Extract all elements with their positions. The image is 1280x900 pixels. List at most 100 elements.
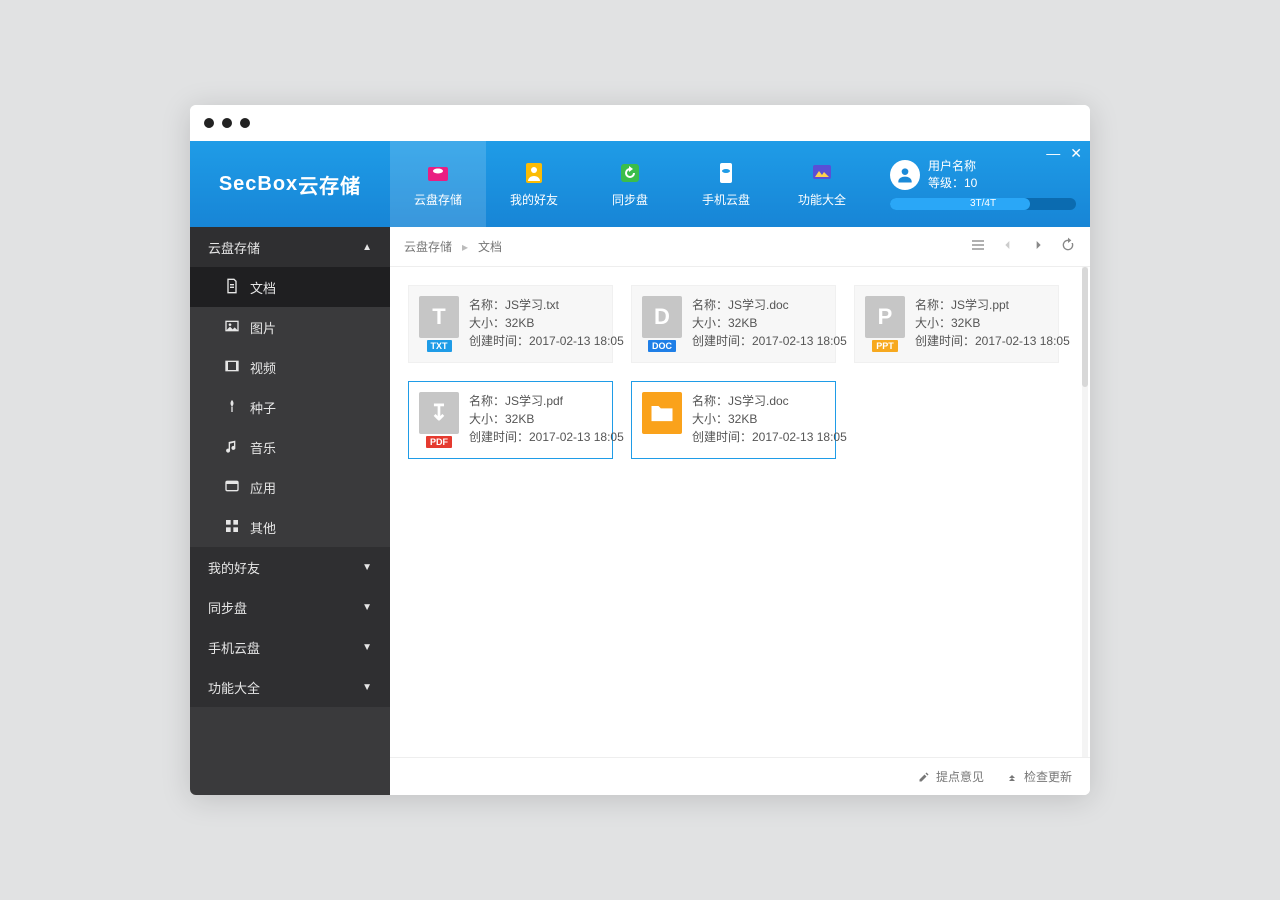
file-tag: DOC xyxy=(648,340,676,352)
file-created: 创建时间：2017-02-13 18:05 xyxy=(469,428,624,446)
folder-icon xyxy=(642,392,682,434)
brand-right: 云存储 xyxy=(298,170,361,199)
storage-fill xyxy=(890,198,1030,210)
chevron-up-icon xyxy=(1006,771,1018,783)
crumb-1[interactable]: 文档 xyxy=(478,238,502,255)
traffic-light-min[interactable] xyxy=(222,118,232,128)
nav-item-4[interactable]: 功能大全 xyxy=(774,141,870,227)
win-controls: — ✕ xyxy=(1046,145,1082,162)
storage-bar: 3T/4T xyxy=(890,198,1076,210)
file-created: 创建时间：2017-02-13 18:05 xyxy=(692,428,847,446)
caret-icon: ▼ xyxy=(362,642,372,653)
user-name: 用户名称 xyxy=(928,158,977,175)
file-tag: TXT xyxy=(427,340,452,352)
nav-back-icon[interactable] xyxy=(1000,237,1016,256)
header: SecBox云存储 云盘存储 我的好友 同步盘 手机云盘 功能大全 用户名称 等级：10… xyxy=(190,141,1090,227)
sidebar-item-music[interactable]: 音乐 xyxy=(190,427,390,467)
app-icon xyxy=(224,478,240,497)
sidebar-group-2[interactable]: 同步盘▼ xyxy=(190,587,390,627)
file-size: 大小：32KB xyxy=(692,314,847,332)
traffic-light-max[interactable] xyxy=(240,118,250,128)
sidebar-group-0[interactable]: 云盘存储▲ xyxy=(190,227,390,267)
titlebar xyxy=(190,105,1090,141)
caret-icon: ▲ xyxy=(362,242,372,253)
brand: SecBox云存储 xyxy=(190,141,390,227)
sidebar-item-document[interactable]: 文档 xyxy=(190,267,390,307)
file-card[interactable]: 名称：JS学习.doc大小：32KB创建时间：2017-02-13 18:05 xyxy=(631,381,836,459)
toolbar-icons xyxy=(970,237,1076,256)
nav-forward-icon[interactable] xyxy=(1030,237,1046,256)
footer: 提点意见 检查更新 xyxy=(390,757,1090,795)
nav-icon xyxy=(615,161,645,185)
file-created: 创建时间：2017-02-13 18:05 xyxy=(692,332,847,350)
file-size: 大小：32KB xyxy=(469,314,624,332)
file-card[interactable]: PPPT名称：JS学习.ppt大小：32KB创建时间：2017-02-13 18… xyxy=(854,285,1059,363)
document-icon xyxy=(224,278,240,297)
file-name: 名称：JS学习.ppt xyxy=(915,296,1070,314)
other-icon xyxy=(224,518,240,537)
file-icon: ↧ xyxy=(419,392,459,434)
user-level: 等级：10 xyxy=(928,175,977,192)
nav-item-2[interactable]: 同步盘 xyxy=(582,141,678,227)
sidebar-group-1[interactable]: 我的好友▼ xyxy=(190,547,390,587)
scrollbar[interactable] xyxy=(1082,267,1088,757)
body: 云盘存储▲文档图片视频种子音乐应用其他我的好友▼同步盘▼手机云盘▼功能大全▼ 云… xyxy=(190,227,1090,795)
nav-icon xyxy=(519,161,549,185)
sidebar-group-3[interactable]: 手机云盘▼ xyxy=(190,627,390,667)
file-name: 名称：JS学习.doc xyxy=(692,392,847,410)
file-name: 名称：JS学习.pdf xyxy=(469,392,624,410)
sidebar-group-4[interactable]: 功能大全▼ xyxy=(190,667,390,707)
file-size: 大小：32KB xyxy=(469,410,624,428)
nav-item-3[interactable]: 手机云盘 xyxy=(678,141,774,227)
nav-label: 云盘存储 xyxy=(414,191,462,208)
feedback-link[interactable]: 提点意见 xyxy=(918,768,984,785)
traffic-light-close[interactable] xyxy=(204,118,214,128)
toolbar: 云盘存储▸文档 xyxy=(390,227,1090,267)
seed-icon xyxy=(224,398,240,417)
header-nav: 云盘存储 我的好友 同步盘 手机云盘 功能大全 xyxy=(390,141,890,227)
caret-icon: ▼ xyxy=(362,562,372,573)
sidebar-item-image[interactable]: 图片 xyxy=(190,307,390,347)
avatar[interactable] xyxy=(890,160,920,190)
file-name: 名称：JS学习.txt xyxy=(469,296,624,314)
list-view-icon[interactable] xyxy=(970,237,986,256)
scrollbar-thumb[interactable] xyxy=(1082,267,1088,387)
nav-item-1[interactable]: 我的好友 xyxy=(486,141,582,227)
nav-icon xyxy=(711,161,741,185)
file-icon: D xyxy=(642,296,682,338)
file-card[interactable]: ↧PDF名称：JS学习.pdf大小：32KB创建时间：2017-02-13 18… xyxy=(408,381,613,459)
breadcrumb: 云盘存储▸文档 xyxy=(404,238,970,255)
check-update-link[interactable]: 检查更新 xyxy=(1006,768,1072,785)
crumb-0[interactable]: 云盘存储 xyxy=(404,238,452,255)
close-button[interactable]: ✕ xyxy=(1070,145,1082,162)
storage-label: 3T/4T xyxy=(970,198,996,209)
sidebar-item-app[interactable]: 应用 xyxy=(190,467,390,507)
file-tag: PPT xyxy=(872,340,898,352)
file-icon: T xyxy=(419,296,459,338)
sidebar-item-seed[interactable]: 种子 xyxy=(190,387,390,427)
minimize-button[interactable]: — xyxy=(1046,145,1060,162)
file-card[interactable]: DDOC名称：JS学习.doc大小：32KB创建时间：2017-02-13 18… xyxy=(631,285,836,363)
brand-left: SecBox xyxy=(219,173,298,196)
file-card[interactable]: TTXT名称：JS学习.txt大小：32KB创建时间：2017-02-13 18… xyxy=(408,285,613,363)
nav-label: 同步盘 xyxy=(612,191,648,208)
nav-icon xyxy=(807,161,837,185)
nav-item-0[interactable]: 云盘存储 xyxy=(390,141,486,227)
nav-label: 我的好友 xyxy=(510,191,558,208)
refresh-icon[interactable] xyxy=(1060,237,1076,256)
image-icon xyxy=(224,318,240,337)
file-created: 创建时间：2017-02-13 18:05 xyxy=(469,332,624,350)
music-icon xyxy=(224,438,240,457)
sidebar-item-video[interactable]: 视频 xyxy=(190,347,390,387)
nav-label: 手机云盘 xyxy=(702,191,750,208)
nav-icon xyxy=(423,161,453,185)
sidebar-item-other[interactable]: 其他 xyxy=(190,507,390,547)
file-name: 名称：JS学习.doc xyxy=(692,296,847,314)
file-tag: PDF xyxy=(426,436,452,448)
video-icon xyxy=(224,358,240,377)
caret-icon: ▼ xyxy=(362,682,372,693)
file-size: 大小：32KB xyxy=(692,410,847,428)
file-icon: P xyxy=(865,296,905,338)
main: 云盘存储▸文档 TTXT名称：JS学习.txt大小：32KB创建时间：2017-… xyxy=(390,227,1090,795)
file-created: 创建时间：2017-02-13 18:05 xyxy=(915,332,1070,350)
